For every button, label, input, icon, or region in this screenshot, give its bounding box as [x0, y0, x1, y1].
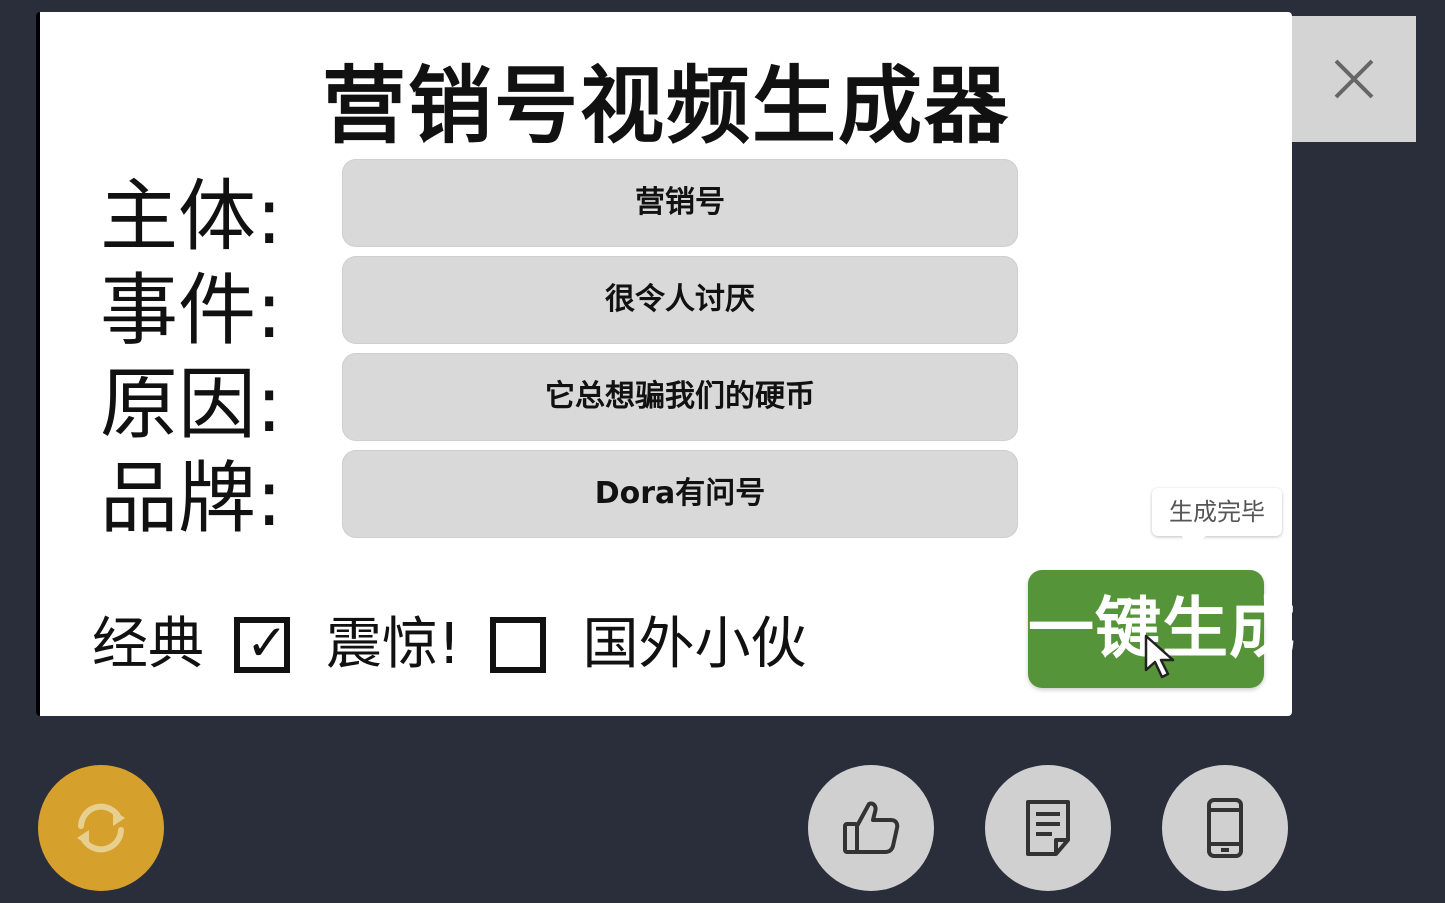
status-tooltip: 生成完毕 — [1152, 488, 1282, 552]
document-icon — [1026, 800, 1070, 856]
subject-label: 主体: — [100, 172, 283, 262]
thumbs-up-icon — [843, 801, 900, 854]
phone-button[interactable] — [1162, 765, 1288, 891]
event-input[interactable]: 很令人讨厌 — [342, 256, 1018, 344]
event-label: 事件: — [100, 266, 283, 356]
close-button[interactable] — [1292, 16, 1416, 142]
refresh-button[interactable] — [38, 765, 164, 891]
foreign-guy-label: 国外小伙 — [582, 612, 807, 677]
notes-button[interactable] — [985, 765, 1111, 891]
shocking-checkbox[interactable] — [490, 617, 547, 673]
mouse-cursor-icon — [1144, 634, 1175, 679]
checkmark-icon: ✓ — [246, 614, 288, 672]
phone-icon — [1207, 798, 1243, 858]
classic-label: 经典 — [92, 612, 204, 677]
refresh-icon — [77, 803, 125, 853]
brand-input[interactable]: Dora有问号 — [342, 450, 1018, 538]
reason-label: 原因: — [100, 360, 283, 450]
subject-input[interactable]: 营销号 — [342, 159, 1018, 247]
classic-checkbox[interactable]: ✓ — [234, 614, 290, 673]
page-title: 营销号视频生成器 — [321, 57, 1010, 155]
brand-label: 品牌: — [100, 454, 283, 544]
shocking-label: 震惊! — [326, 612, 461, 677]
reason-input[interactable]: 它总想骗我们的硬币 — [342, 353, 1018, 441]
generator-panel: 营销号视频生成器 主体: 营销号 事件: 很令人讨厌 原因: 它总想骗我们的硬币… — [36, 12, 1295, 716]
close-icon — [1334, 59, 1374, 99]
style-options: 经典 ✓ 震惊! 国外小伙 — [92, 610, 806, 680]
like-button[interactable] — [808, 765, 934, 891]
